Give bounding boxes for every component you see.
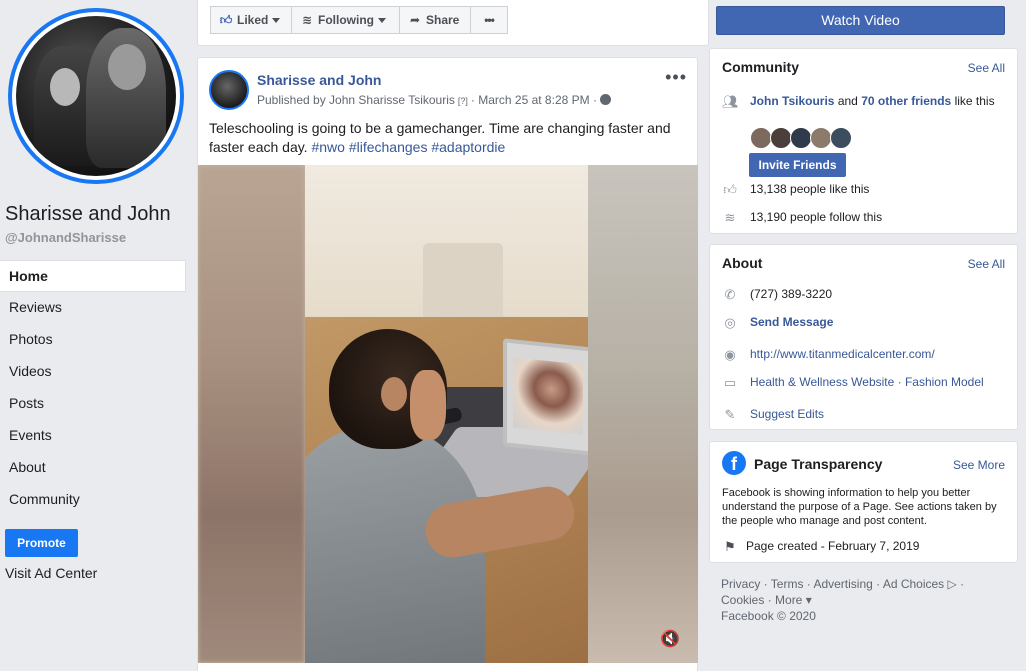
avatar[interactable] (750, 127, 772, 149)
suggest-edits-link[interactable]: Suggest Edits (750, 407, 824, 421)
pencil-icon: ✎ (724, 407, 736, 422)
messenger-icon: ◎ (724, 315, 736, 330)
thumbs-up-icon: 👍︎ (219, 13, 233, 27)
nav-item-photos[interactable]: Photos (0, 324, 186, 356)
nav-item-events[interactable]: Events (0, 420, 186, 452)
follows-count: 13,190 people follow this (750, 210, 883, 224)
profile-photo (16, 16, 176, 176)
share-button[interactable]: ➦ Share (399, 6, 471, 34)
about-card: About See All ✆ (727) 389-3220 ◎ Send Me… (709, 244, 1018, 430)
post-video[interactable]: 🔇 (198, 165, 698, 663)
about-see-all-link[interactable]: See All (968, 257, 1005, 271)
footer-links: Privacy · Terms · Advertising · Ad Choic… (721, 576, 1011, 624)
post-options-button[interactable]: ••• (665, 67, 687, 88)
friend-avatars (750, 127, 852, 152)
avatar[interactable] (810, 127, 832, 149)
page-nav: Home Reviews Photos Videos Posts Events … (0, 260, 186, 516)
about-title: About (722, 255, 763, 271)
page-handle[interactable]: @JohnandSharisse (5, 230, 126, 245)
share-arrow-icon: ➦ (409, 13, 421, 27)
watch-video-button[interactable]: Watch Video (716, 6, 1005, 35)
liked-button[interactable]: 👍︎ Liked (210, 6, 292, 34)
page-action-bar: 👍︎ Liked ≋ Following ➦ Share ••• (197, 0, 709, 46)
transparency-card: f Page Transparency See More Facebook is… (709, 441, 1018, 563)
hashtag-link[interactable]: #adaptordie (431, 139, 505, 155)
mute-icon[interactable]: 🔇 (660, 629, 680, 649)
globe-icon: ◉ (724, 347, 736, 362)
visit-ad-center-link[interactable]: Visit Ad Center (5, 565, 97, 581)
more-options-button[interactable]: ••• (470, 6, 508, 34)
footer-line-1[interactable]: Privacy · Terms · Advertising · Ad Choic… (721, 576, 1011, 592)
hashtag-link[interactable]: #nwo (311, 139, 344, 155)
community-title: Community (722, 59, 799, 75)
published-by-text: Published by John Sharisse Tsikouris (257, 93, 455, 107)
website-link[interactable]: http://www.titanmedicalcenter.com/ (750, 347, 935, 361)
post-timestamp[interactable]: · March 25 at 8:28 PM · (471, 93, 597, 107)
hashtag-link[interactable]: #lifechanges (349, 139, 428, 155)
nav-item-about[interactable]: About (0, 452, 186, 484)
share-label: Share (426, 13, 460, 27)
transparency-title: Page Transparency (754, 456, 883, 472)
post-text: Teleschooling is going to be a gamechang… (209, 119, 689, 157)
send-message-link[interactable]: Send Message (750, 315, 833, 329)
nav-item-reviews[interactable]: Reviews (0, 292, 186, 324)
thumbs-up-icon: 👍︎ (723, 182, 737, 197)
invite-friends-button[interactable]: Invite Friends (749, 153, 846, 177)
transparency-see-more-link[interactable]: See More (953, 458, 1005, 472)
facebook-logo-icon: f (722, 451, 746, 475)
footer-copyright: Facebook © 2020 (721, 609, 816, 623)
video-blur-right (588, 165, 698, 663)
footer-line-2[interactable]: Cookies · More ▾ (721, 592, 1011, 608)
other-friends-link[interactable]: 70 other friends (861, 94, 951, 108)
community-see-all-link[interactable]: See All (968, 61, 1005, 75)
globe-icon (599, 94, 611, 105)
flag-icon: ⚑ (724, 539, 736, 554)
transparency-description: Facebook is showing information to help … (722, 487, 997, 527)
community-card: Community See All 👥︎ John Tsikouris and … (709, 48, 1018, 234)
promote-button[interactable]: Promote (5, 529, 78, 557)
post-author-link[interactable]: Sharisse and John (257, 72, 381, 88)
post-card: Sharisse and John Published by John Shar… (197, 57, 698, 671)
friend-name-link[interactable]: John Tsikouris (750, 94, 834, 108)
help-marker[interactable]: [?] (458, 96, 468, 106)
avatar[interactable] (790, 127, 812, 149)
chevron-down-icon (272, 18, 281, 24)
video-blur-left (198, 165, 305, 663)
video-frame (305, 165, 588, 663)
and-text: and (837, 94, 858, 108)
following-button[interactable]: ≋ Following (291, 6, 400, 34)
post-author-avatar[interactable] (209, 70, 249, 110)
phone-number: (727) 389-3220 (750, 287, 833, 301)
like-this-text: like this (954, 94, 995, 108)
avatar[interactable] (770, 127, 792, 149)
chevron-down-icon (378, 18, 386, 24)
avatar[interactable] (830, 127, 852, 149)
category-links[interactable]: Health & Wellness Website · Fashion Mode… (750, 375, 984, 389)
profile-avatar[interactable] (8, 8, 184, 184)
likes-count: 13,138 people like this (750, 182, 870, 196)
post-meta: Published by John Sharisse Tsikouris [?] ·… (257, 93, 611, 107)
nav-item-community[interactable]: Community (0, 484, 186, 516)
people-icon: 👥︎ (722, 94, 739, 109)
category-icon: ▭ (723, 375, 737, 390)
nav-item-home[interactable]: Home (0, 260, 186, 292)
nav-item-posts[interactable]: Posts (0, 388, 186, 420)
left-column: Sharisse and John @JohnandSharisse Home … (0, 0, 196, 671)
liked-label: Liked (237, 13, 269, 27)
rss-icon: ≋ (724, 210, 736, 225)
phone-icon: ✆ (724, 287, 736, 302)
following-label: Following (318, 13, 374, 27)
rss-icon: ≋ (301, 13, 313, 27)
page-title: Sharisse and John (5, 203, 171, 225)
nav-item-videos[interactable]: Videos (0, 356, 186, 388)
page-created-text: Page created - February 7, 2019 (746, 539, 920, 553)
